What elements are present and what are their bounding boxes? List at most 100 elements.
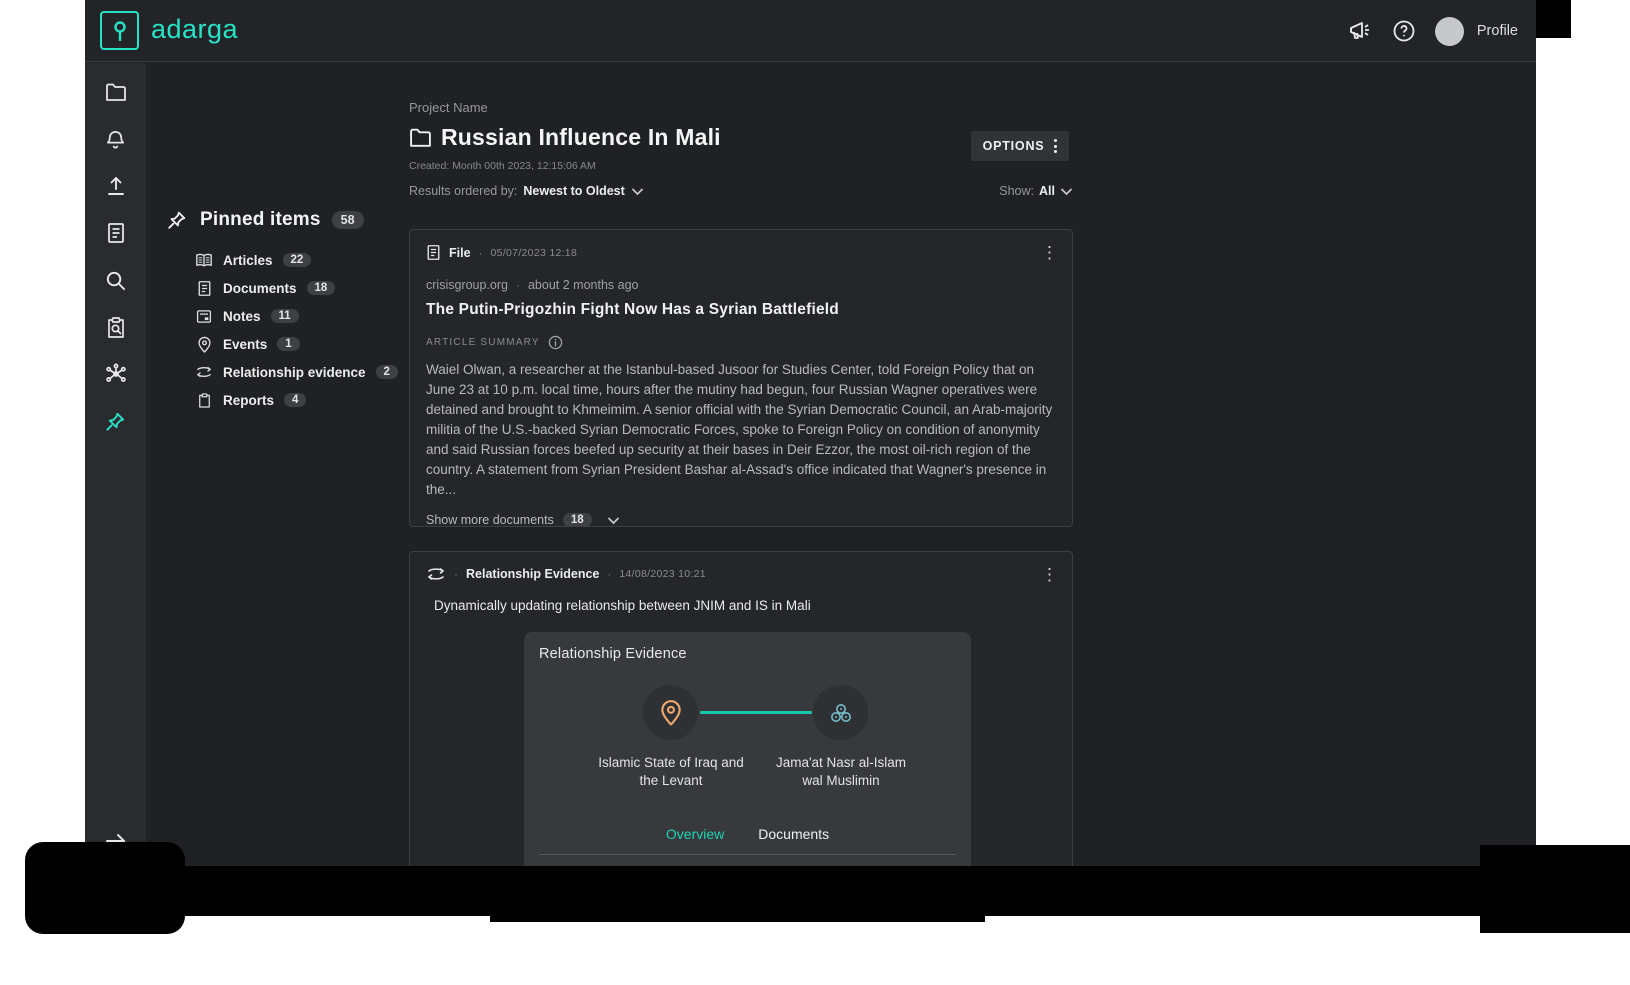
document-icon [195, 279, 213, 297]
chevron-down-icon [607, 516, 620, 525]
dot-separator: · [607, 567, 611, 581]
avatar[interactable] [1435, 17, 1464, 46]
entity-node-jnim[interactable] [813, 685, 868, 740]
megaphone-icon[interactable] [1348, 20, 1373, 42]
book-icon [195, 251, 213, 269]
kebab-icon[interactable]: ⋮ [1041, 566, 1058, 583]
pinned-item-label: Documents [223, 281, 297, 296]
note-icon [195, 307, 213, 325]
info-icon[interactable] [548, 335, 563, 350]
torn-edge-decoration [1536, 0, 1571, 38]
pinned-item-count: 4 [284, 393, 306, 407]
adarga-logo-icon[interactable] [100, 11, 139, 50]
pinned-item-label: Reports [223, 393, 274, 408]
relationship-connector-line [700, 711, 812, 714]
show-value[interactable]: All [1039, 184, 1055, 198]
pin-icon [165, 208, 189, 232]
show-label: Show: [999, 184, 1034, 198]
page-title: Russian Influence In Mali [441, 124, 721, 151]
dot-separator: · [516, 278, 520, 292]
created-timestamp: Created: Month 00th 2023, 12:15:06 AM [409, 160, 596, 172]
app-window: adarga Profile [85, 0, 1536, 867]
pinned-item-label: Relationship evidence [223, 365, 366, 380]
card-datetime: 14/08/2023 10:21 [619, 568, 706, 580]
folder-icon [409, 127, 432, 148]
page-canvas: adarga Profile [0, 0, 1630, 985]
options-button-label: OPTIONS [983, 139, 1045, 153]
article-age: about 2 months ago [528, 278, 639, 292]
tab-overview[interactable]: Overview [666, 826, 724, 846]
article-summary-label: ARTICLE SUMMARY [426, 337, 540, 348]
search-icon[interactable] [104, 268, 128, 292]
source-domain[interactable]: crisisgroup.org [426, 278, 508, 292]
network-icon[interactable] [104, 362, 128, 386]
upload-icon[interactable] [104, 174, 128, 198]
kebab-icon [1054, 139, 1057, 153]
brand-name: adarga [151, 14, 238, 45]
pin-icon[interactable] [104, 409, 128, 433]
entity-label-isil: Islamic State of Iraq and the Levant [596, 754, 746, 789]
pinned-item-label: Events [223, 337, 267, 352]
relationship-evidence-card: · Relationship Evidence · 14/08/2023 10:… [409, 551, 1073, 867]
pinned-items-list: Articles 22 Documents 18 Notes [195, 246, 398, 414]
pinned-item-documents[interactable]: Documents 18 [195, 274, 398, 302]
entity-label-jnim: Jama'at Nasr al-Islam wal Muslimin [766, 754, 916, 789]
document-icon [426, 244, 441, 261]
pinned-item-label: Articles [223, 253, 273, 268]
pinned-item-events[interactable]: Events 1 [195, 330, 398, 358]
chevron-down-icon[interactable] [1060, 187, 1073, 196]
results-ordered-value[interactable]: Newest to Oldest [523, 184, 624, 198]
pinned-items-header: Pinned items 58 [165, 208, 364, 232]
torn-edge-decoration [490, 908, 985, 922]
help-icon[interactable] [1392, 19, 1416, 43]
article-summary-text: Waiel Olwan, a researcher at the Istanbu… [426, 360, 1056, 500]
pinned-items-count: 58 [332, 211, 364, 229]
relationship-evidence-panel: Relationship Evidence [524, 632, 971, 867]
pinned-item-count: 18 [307, 281, 336, 295]
pinned-item-count: 2 [376, 365, 398, 379]
pinned-item-reports[interactable]: Reports 4 [195, 386, 398, 414]
card-type-label: Relationship Evidence [466, 567, 599, 581]
show-more-count: 18 [563, 513, 592, 527]
folder-icon[interactable] [104, 80, 128, 104]
kebab-icon[interactable]: ⋮ [1041, 244, 1058, 261]
results-ordered-label: Results ordered by: [409, 184, 517, 198]
relationship-title: Dynamically updating relationship betwee… [434, 598, 1056, 613]
cluster-icon [828, 701, 854, 725]
location-pin-icon [659, 699, 683, 726]
relationship-arrows-icon [426, 566, 446, 582]
relationship-arrows-icon [195, 363, 213, 381]
pinned-item-relationship-evidence[interactable]: Relationship evidence 2 [195, 358, 398, 386]
show-more-documents[interactable]: Show more documents 18 [426, 513, 1056, 527]
pinned-items-title: Pinned items [200, 209, 321, 231]
dot-separator: · [454, 567, 458, 581]
panel-title: Relationship Evidence [539, 646, 956, 662]
project-name-label: Project Name [409, 100, 488, 115]
article-title[interactable]: The Putin-Prigozhin Fight Now Has a Syri… [426, 301, 1056, 319]
torn-edge-decoration [1480, 845, 1630, 933]
document-icon[interactable] [104, 221, 128, 245]
pinned-item-count: 22 [283, 253, 312, 267]
pinned-item-articles[interactable]: Articles 22 [195, 246, 398, 274]
profile-label[interactable]: Profile [1477, 23, 1518, 39]
report-icon [195, 391, 213, 409]
location-pin-icon [195, 335, 213, 353]
tab-documents[interactable]: Documents [758, 826, 829, 846]
clipboard-search-icon[interactable] [104, 315, 128, 339]
pinned-item-count: 1 [277, 337, 299, 351]
file-card: File · 05/07/2023 12:18 ⋮ crisisgroup.or… [409, 229, 1073, 527]
pinned-item-notes[interactable]: Notes 11 [195, 302, 398, 330]
card-datetime: 05/07/2023 12:18 [491, 247, 578, 259]
bell-icon[interactable] [104, 127, 128, 151]
pinned-item-count: 11 [271, 309, 299, 323]
tabs-divider [539, 854, 956, 855]
pinned-item-label: Notes [223, 309, 261, 324]
options-button[interactable]: OPTIONS [971, 131, 1069, 161]
card-type-label: File [449, 246, 471, 260]
show-more-label: Show more documents [426, 513, 554, 527]
entity-node-isil[interactable] [643, 685, 698, 740]
topbar: adarga Profile [85, 0, 1536, 62]
chevron-down-icon[interactable] [631, 187, 644, 196]
sidebar [85, 63, 146, 867]
dot-separator: · [479, 246, 483, 260]
